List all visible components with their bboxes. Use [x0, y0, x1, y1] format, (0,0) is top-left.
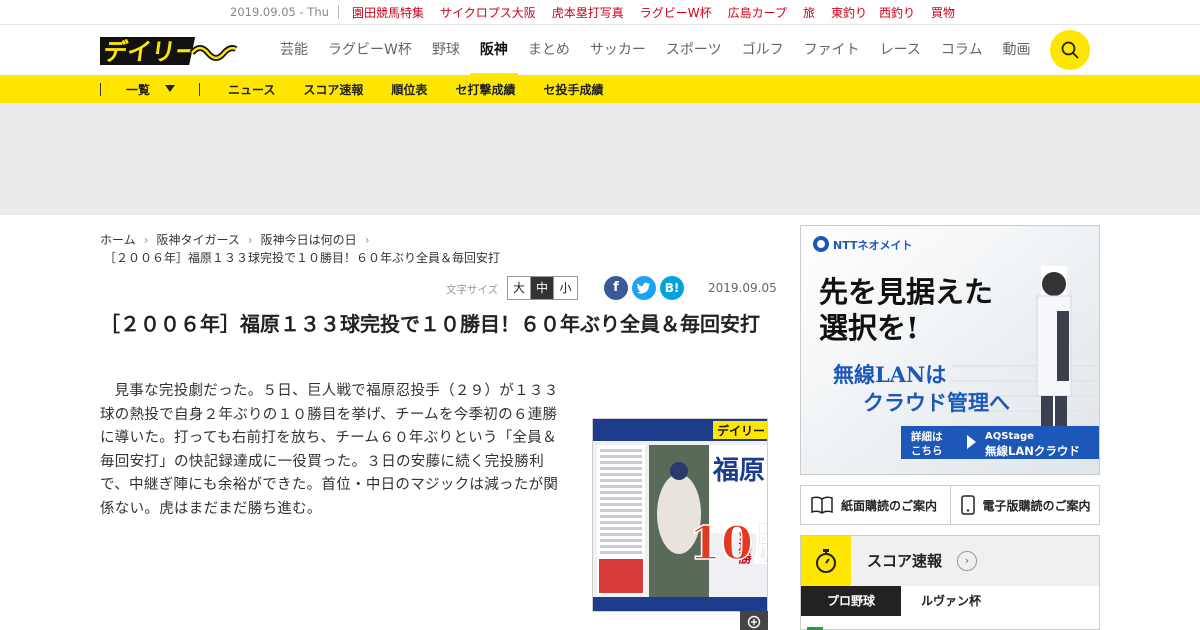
nav-item[interactable]: ファイト — [794, 25, 870, 75]
ad-product: 無線LANクラウド — [985, 444, 1080, 458]
chevron-right-icon: › — [143, 232, 149, 247]
divider — [100, 83, 101, 96]
top-link[interactable]: 広島カープ — [728, 4, 787, 21]
ad-headline: 先を見据えた — [819, 275, 993, 309]
top-link[interactable]: 買物 — [931, 4, 955, 21]
book-icon — [811, 496, 833, 514]
ad-headline: 選択を! — [819, 311, 919, 345]
sidebar-ad[interactable]: NTTネオメイト 先を見据えた 選択を! 無線LANは クラウド管理へ 詳細は … — [800, 225, 1100, 475]
sub-nav-item[interactable]: スコア速報 — [303, 81, 363, 98]
twitter-share-icon[interactable] — [632, 276, 656, 300]
nav-item-active[interactable]: 阪神 — [469, 25, 518, 77]
ad-cta: 詳細は — [911, 430, 943, 443]
nav-item[interactable]: まとめ — [518, 25, 580, 75]
header-date: 2019.09.05 - Thu — [230, 5, 329, 19]
subscription-label: 電子版購読のご案内 — [982, 498, 1091, 513]
search-button[interactable] — [1050, 30, 1090, 70]
digital-subscription-link[interactable]: 電子版購読のご案内 — [949, 486, 1100, 524]
font-size-large[interactable]: 大 — [508, 277, 531, 299]
top-link[interactable]: 虎本塁打写真 — [552, 4, 624, 21]
score-widget: スコア速報 › プロ野球 ルヴァン杯 — [800, 535, 1100, 630]
sub-nav-item[interactable]: セ投手成績 — [543, 81, 603, 98]
score-title: スコア速報 — [867, 552, 943, 570]
paper-logo: デイリー — [717, 423, 765, 438]
sub-nav-links: ニュース スコア速報 順位表 セ打撃成績 セ投手成績 — [228, 81, 603, 98]
nav-item[interactable]: サッカー — [580, 25, 656, 75]
site-header: デイリー 芸能 ラグビーW杯 野球 阪神 まとめ サッカー スポーツ ゴルフ フ… — [0, 25, 1200, 77]
font-size-label: 文字サイズ — [446, 284, 499, 296]
ad-subheadline: クラウド管理へ — [863, 390, 1010, 415]
top-link[interactable]: 東釣り — [831, 4, 867, 21]
ad-subheadline: 無線LANは — [833, 362, 946, 387]
breadcrumb-item[interactable]: 阪神今日は何の日 — [261, 231, 357, 248]
nav-item[interactable]: 動画 — [992, 25, 1040, 75]
divider — [199, 83, 200, 96]
breadcrumb-item[interactable]: ホーム — [100, 231, 136, 248]
site-logo[interactable]: デイリー — [100, 33, 240, 67]
zoom-in-button[interactable] — [740, 611, 768, 630]
font-size-selector: 大 中 小 — [507, 276, 578, 300]
nav-item[interactable]: 野球 — [422, 25, 470, 75]
main-nav: 芸能 ラグビーW杯 野球 阪神 まとめ サッカー スポーツ ゴルフ ファイト レ… — [270, 25, 1088, 77]
nav-item[interactable]: コラム — [931, 25, 993, 75]
divider — [338, 5, 339, 19]
stopwatch-icon — [801, 536, 851, 586]
caret-down-icon[interactable] — [165, 85, 175, 92]
hatena-bookmark-icon[interactable]: B! — [660, 276, 684, 300]
facebook-share-icon[interactable]: f — [604, 276, 628, 300]
smartphone-icon — [960, 495, 975, 515]
article-title: ［２００６年］福原１３３球完投で１０勝目！６０年ぶり全員＆毎回安打 — [100, 312, 760, 336]
newspaper-front-page-image[interactable]: デイリー 福原 6連勝 10勝 — [592, 418, 768, 612]
breadcrumb-current: ［２００６年］福原１３３球完投で１０勝目！６０年ぶり全員＆毎回安打 — [104, 251, 501, 265]
ad-product: AQStage — [985, 431, 1034, 442]
sub-nav-item[interactable]: 順位表 — [391, 81, 427, 98]
chevron-right-icon: › — [247, 232, 253, 247]
breadcrumb: ホーム › 阪神タイガース › 阪神今日は何の日 › — [100, 231, 372, 248]
top-link[interactable]: 旅 — [803, 4, 815, 21]
sub-nav-item[interactable]: ニュース — [228, 81, 275, 98]
nav-item[interactable]: 芸能 — [270, 25, 318, 75]
font-size-small[interactable]: 小 — [554, 277, 577, 299]
top-link[interactable]: ラグビーW杯 — [640, 4, 712, 21]
logo-text: デイリー — [101, 38, 201, 66]
top-link[interactable]: 西釣り — [879, 4, 915, 21]
list-dropdown[interactable]: 一覧 — [126, 81, 150, 98]
paper-headline: 福原 — [712, 456, 765, 486]
sub-nav: 一覧 ニュース スコア速報 順位表 セ打撃成績 セ投手成績 — [0, 75, 1200, 103]
top-links: 園田競馬特集 サイクロプス大阪 虎本塁打写真 ラグビーW杯 広島カープ 旅 東釣… — [352, 4, 955, 21]
nav-item[interactable]: スポーツ — [656, 25, 732, 75]
top-link[interactable]: 園田競馬特集 — [352, 4, 424, 21]
paper-subscription-link[interactable]: 紙面購読のご案内 — [801, 486, 950, 524]
ad-brand: NTTネオメイト — [833, 239, 912, 252]
font-size-medium[interactable]: 中 — [531, 277, 554, 299]
search-icon — [1061, 41, 1079, 59]
article-date: 2019.09.05 — [708, 281, 777, 295]
top-bar: 2019.09.05 - Thu 園田競馬特集 サイクロプス大阪 虎本塁打写真 … — [0, 0, 1200, 25]
subscription-links: 紙面購読のご案内 電子版購読のご案内 — [800, 485, 1100, 525]
paper-headline: 10勝 — [689, 516, 768, 570]
nav-item[interactable]: ラグビーW杯 — [318, 25, 422, 75]
top-link[interactable]: サイクロプス大阪 — [440, 4, 536, 21]
nav-item[interactable]: レース — [870, 25, 931, 75]
zoom-in-icon — [747, 615, 761, 629]
article-body: 見事な完投劇だった。５日、巨人戦で福原忍投手（２９）が１３３球の熱投で自身２年ぶ… — [100, 383, 559, 517]
chevron-right-icon[interactable]: › — [957, 551, 977, 571]
breadcrumb-item[interactable]: 阪神タイガース — [156, 231, 239, 248]
ad-banner-area — [0, 103, 1200, 215]
subscription-label: 紙面購読のご案内 — [841, 498, 938, 513]
tab-pro-baseball[interactable]: プロ野球 — [801, 586, 901, 616]
tab-levain-cup[interactable]: ルヴァン杯 — [901, 586, 1001, 616]
nav-item[interactable]: ゴルフ — [732, 25, 794, 75]
sub-nav-item[interactable]: セ打撃成績 — [455, 81, 515, 98]
chevron-right-icon: › — [364, 232, 370, 247]
ad-cta: こちら — [911, 445, 943, 457]
